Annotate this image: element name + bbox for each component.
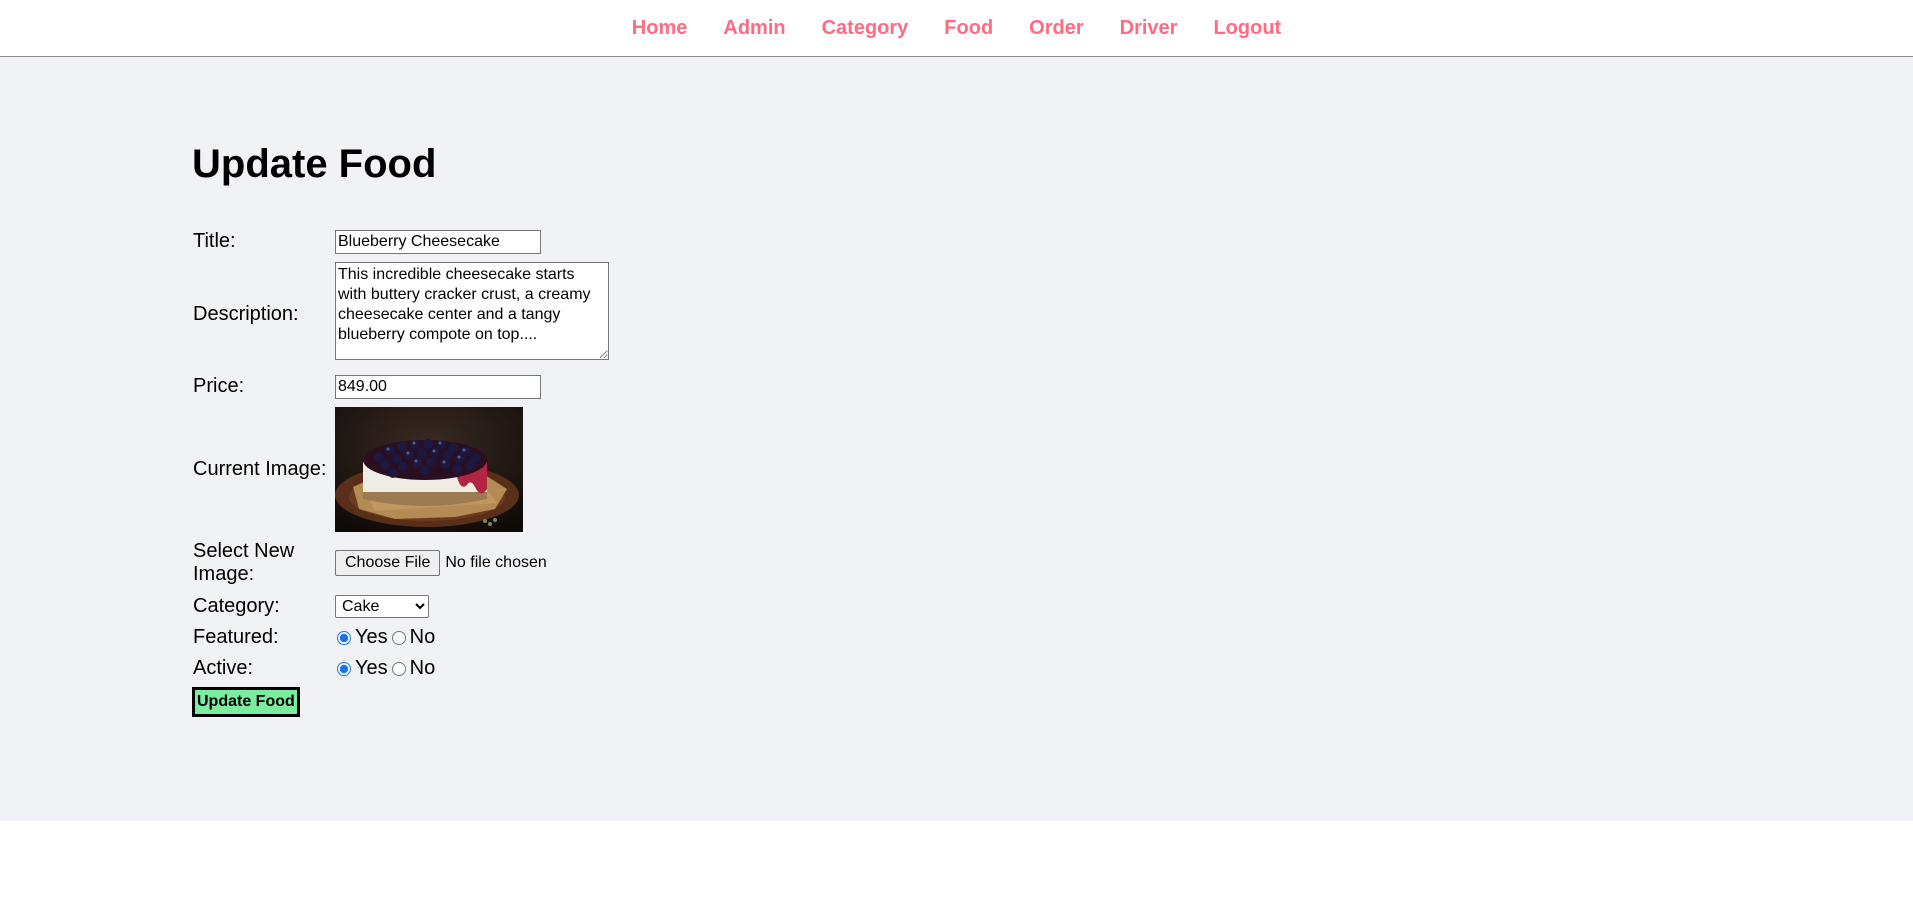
category-select[interactable]: Cake xyxy=(335,595,429,618)
file-input[interactable]: Choose File No file chosen xyxy=(335,550,609,576)
update-food-form: Title: Description: This incredible chee… xyxy=(186,222,616,723)
content-wrapper: Update Food Title: Description: This inc… xyxy=(192,57,1721,723)
price-label: Price: xyxy=(193,375,245,397)
description-textarea[interactable]: This incredible cheesecake starts with b… xyxy=(335,262,609,360)
page-title: Update Food xyxy=(192,142,437,186)
nav-home-link[interactable]: Home xyxy=(632,17,688,40)
nav-driver-link[interactable]: Driver xyxy=(1120,17,1178,40)
nav-admin-link[interactable]: Admin xyxy=(723,17,785,40)
update-food-button[interactable]: Update Food xyxy=(192,687,300,717)
category-label: Category: xyxy=(193,594,280,617)
price-input[interactable] xyxy=(335,375,541,399)
featured-radio-group: Yes No xyxy=(335,626,609,649)
title-label: Title: xyxy=(193,230,236,252)
current-image-row: Current Image: xyxy=(192,406,610,533)
submit-row: Update Food xyxy=(192,687,610,717)
featured-yes-label[interactable]: Yes xyxy=(355,626,388,649)
description-label: Description: xyxy=(193,302,299,325)
featured-no-radio[interactable] xyxy=(391,630,406,645)
active-no-label[interactable]: No xyxy=(410,657,436,680)
title-input[interactable] xyxy=(335,230,541,254)
active-row: Active: Yes No xyxy=(192,656,610,681)
featured-yes-radio[interactable] xyxy=(337,630,351,645)
main-content: Update Food Title: Description: This inc… xyxy=(0,57,1913,821)
description-row: Description: This incredible cheesecake … xyxy=(192,261,610,367)
choose-file-button[interactable]: Choose File xyxy=(335,550,441,576)
current-food-image xyxy=(335,407,523,532)
title-row: Title: xyxy=(192,228,610,255)
file-status-text: No file chosen xyxy=(445,554,547,571)
featured-row: Featured: Yes No xyxy=(192,625,610,650)
active-no-radio[interactable] xyxy=(391,661,406,676)
active-yes-label[interactable]: Yes xyxy=(355,657,388,680)
nav-category-link[interactable]: Category xyxy=(822,17,909,40)
active-yes-radio[interactable] xyxy=(337,661,351,676)
current-image-label: Current Image: xyxy=(193,458,327,480)
nav-logout-link[interactable]: Logout xyxy=(1213,17,1281,40)
category-row: Category: Cake xyxy=(192,593,610,619)
active-label: Active: xyxy=(193,657,254,679)
featured-no-label[interactable]: No xyxy=(410,626,436,649)
featured-label: Featured: xyxy=(193,626,279,648)
price-row: Price: xyxy=(192,373,610,400)
new-image-row: Select New Image: Choose File No file ch… xyxy=(192,539,610,587)
new-image-label: Select New Image: xyxy=(193,540,295,585)
top-navigation: Home Admin Category Food Order Driver Lo… xyxy=(0,0,1913,57)
nav-food-link[interactable]: Food xyxy=(944,17,993,40)
nav-order-link[interactable]: Order xyxy=(1029,17,1083,40)
active-radio-group: Yes No xyxy=(335,657,609,680)
